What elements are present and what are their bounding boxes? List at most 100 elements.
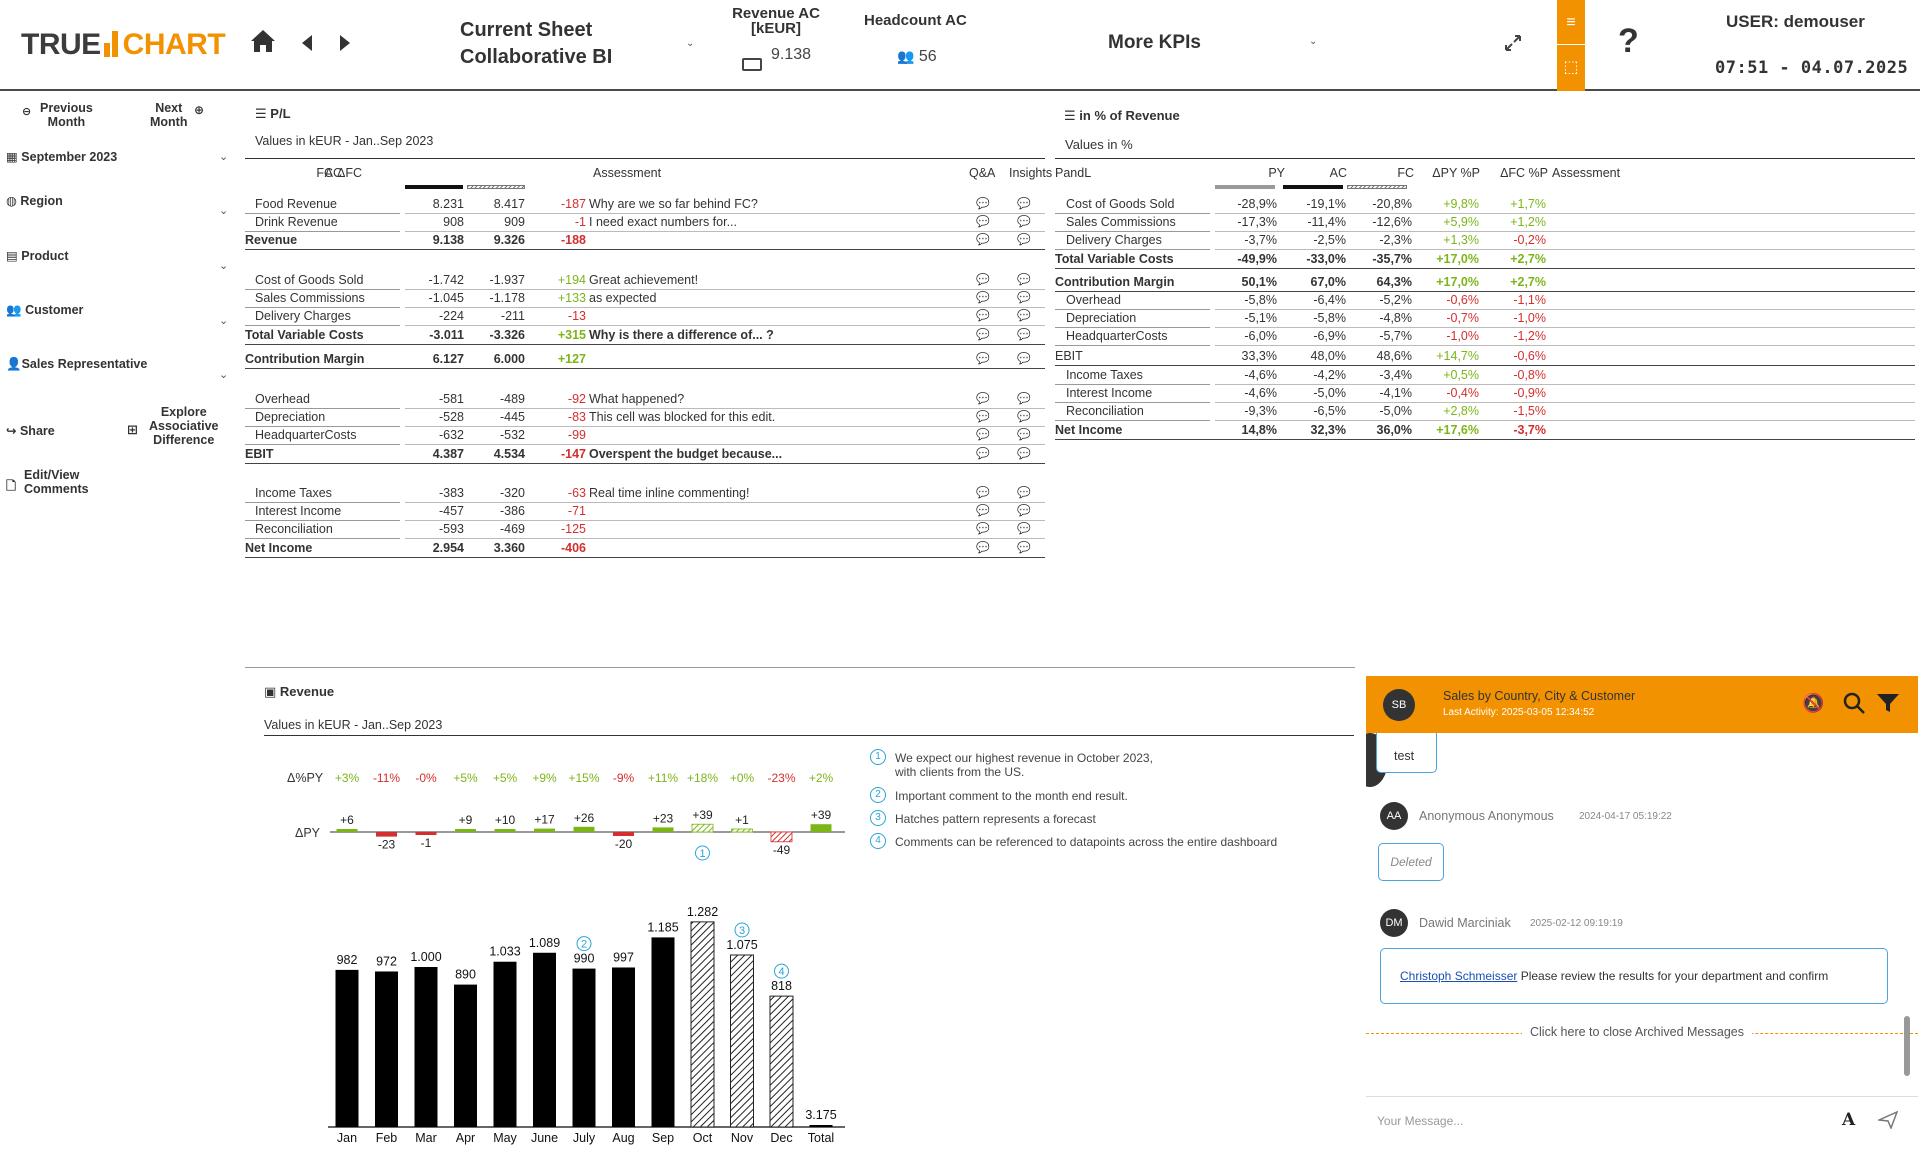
selection-icon[interactable]: ⬚ xyxy=(1557,45,1585,90)
qa-comment-icon[interactable]: 💬 xyxy=(976,445,990,463)
pct-subtitle: Values in % xyxy=(1065,137,1133,152)
qa-comment-icon[interactable]: 💬 xyxy=(976,390,990,408)
customer-chevron-icon[interactable]: ⌄ xyxy=(219,314,228,327)
customers-icon: 👥 xyxy=(6,303,22,317)
month-tick-label: May xyxy=(493,1131,517,1145)
pct-row: Total Variable Costs -49,9% -33,0% -35,7% +1… xyxy=(1055,250,1915,268)
pl-assessment[interactable]: Real time inline commenting! xyxy=(589,484,984,502)
product-filter[interactable]: ▤ Product xyxy=(6,248,69,263)
pl-row: Sales Commissions -1.045 -1.178 +133 as expe… xyxy=(245,289,1045,307)
close-archived-link[interactable]: Click here to close Archived Messages xyxy=(1522,1025,1752,1039)
send-icon[interactable] xyxy=(1876,1110,1899,1134)
chat-scrollbar[interactable] xyxy=(1904,1016,1910,1076)
chat-header: SB Sales by Country, City & Customer Las… xyxy=(1366,676,1918,733)
pl-assessment[interactable]: Why are we so far behind FC? xyxy=(589,195,984,213)
note-text-line1: Hatches pattern represents a forecast xyxy=(895,812,1096,826)
qa-comment-icon[interactable]: 💬 xyxy=(976,195,990,213)
sales-rep-chevron-icon[interactable]: ⌄ xyxy=(219,368,228,381)
qa-comment-icon[interactable]: 💬 xyxy=(976,213,990,231)
insights-comment-icon[interactable]: 💬 xyxy=(1017,408,1031,426)
insights-comment-icon[interactable]: 💬 xyxy=(1017,350,1031,368)
pct-dfc-value: +1,7% xyxy=(1510,197,1546,211)
help-icon[interactable]: ? xyxy=(1618,22,1639,61)
insights-comment-icon[interactable]: 💬 xyxy=(1017,213,1031,231)
kpi-headcount[interactable]: Headcount AC 👥 56 xyxy=(864,12,967,66)
month-tick-label: Oct xyxy=(693,1131,713,1145)
mute-bell-icon[interactable]: 🔕 xyxy=(1802,693,1824,714)
revenue-value-label: 1.185 xyxy=(647,920,678,934)
sheet-selector[interactable]: Current Sheet Collaborative BI xyxy=(460,17,612,71)
qa-comment-icon[interactable]: 💬 xyxy=(976,502,990,520)
qa-comment-icon[interactable]: 💬 xyxy=(976,289,990,307)
insights-comment-icon[interactable]: 💬 xyxy=(1017,195,1031,213)
month-filter[interactable]: ▦ September 2023 xyxy=(6,149,117,164)
insights-comment-icon[interactable]: 💬 xyxy=(1017,271,1031,289)
edit-comments-button[interactable]: 🗋 Edit/View Comments xyxy=(6,468,89,496)
side-menu-toggle[interactable]: ≡ ⬚ xyxy=(1557,0,1585,91)
hamburger-icon[interactable]: ≡ xyxy=(1557,0,1585,45)
explore-line3: Difference xyxy=(153,433,215,447)
pl-assessment[interactable]: What happened? xyxy=(589,390,984,408)
chat-input[interactable]: Your Message... xyxy=(1377,1103,1817,1139)
share-button[interactable]: ↪ Share xyxy=(6,423,55,438)
search-icon[interactable] xyxy=(1842,691,1866,720)
fullscreen-icon[interactable] xyxy=(1504,34,1522,57)
pl-column-header: ΔFC xyxy=(336,166,362,180)
insights-comment-icon[interactable]: 💬 xyxy=(1017,307,1031,325)
customer-filter[interactable]: 👥 Customer xyxy=(6,303,83,318)
qa-comment-icon[interactable]: 💬 xyxy=(976,271,990,289)
forward-arrow-icon[interactable] xyxy=(338,32,352,60)
insights-comment-icon[interactable]: 💬 xyxy=(1017,539,1031,557)
month-chevron-icon[interactable]: ⌄ xyxy=(219,150,228,163)
qa-comment-icon[interactable]: 💬 xyxy=(976,350,990,368)
region-filter[interactable]: ◍ Region xyxy=(6,193,63,208)
insights-comment-icon[interactable]: 💬 xyxy=(1017,502,1031,520)
mention-link[interactable]: Christoph Schmeisser xyxy=(1400,969,1517,983)
kpi-revenue[interactable]: Revenue AC [kEUR] 9.138 xyxy=(715,5,837,71)
product-chevron-icon[interactable]: ⌄ xyxy=(219,259,228,272)
revenue-divider xyxy=(245,667,1355,668)
revenue-header-divider xyxy=(264,735,1354,736)
filter-icon[interactable] xyxy=(1876,693,1900,718)
pl-dfc-value: -13 xyxy=(567,309,586,323)
chat-message-review-text: Please review the results for your depar… xyxy=(1517,969,1829,983)
pl-assessment[interactable]: I need exact numbers for... xyxy=(589,213,984,231)
qa-comment-icon[interactable]: 💬 xyxy=(976,484,990,502)
pl-assessment[interactable]: Great achievement! xyxy=(589,271,984,289)
more-kpis-chevron-icon[interactable]: ⌄ xyxy=(1309,36,1317,47)
qa-comment-icon[interactable]: 💬 xyxy=(976,520,990,538)
more-kpis-dropdown[interactable]: More KPIs xyxy=(1108,32,1201,54)
pl-assessment[interactable]: Overspent the budget because... xyxy=(589,445,984,463)
qa-comment-icon[interactable]: 💬 xyxy=(976,539,990,557)
pl-assessment[interactable]: as expected xyxy=(589,289,984,307)
next-month-button[interactable]: Next Month ⊕ xyxy=(150,101,204,129)
home-icon[interactable] xyxy=(249,28,277,61)
back-arrow-icon[interactable] xyxy=(300,32,314,60)
insights-comment-icon[interactable]: 💬 xyxy=(1017,390,1031,408)
qa-comment-icon[interactable]: 💬 xyxy=(976,326,990,344)
insights-comment-icon[interactable]: 💬 xyxy=(1017,289,1031,307)
kpi-revenue-value-wrap: 9.138 xyxy=(742,46,837,71)
qa-comment-icon[interactable]: 💬 xyxy=(976,307,990,325)
qa-comment-icon[interactable]: 💬 xyxy=(976,426,990,444)
previous-month-button[interactable]: ⊖ Previous Month xyxy=(22,101,93,129)
qa-comment-icon[interactable]: 💬 xyxy=(976,231,990,249)
sales-rep-filter[interactable]: 👤Sales Representative xyxy=(6,357,147,372)
insights-comment-icon[interactable]: 💬 xyxy=(1017,520,1031,538)
revenue-value-label: 1.033 xyxy=(489,945,520,959)
list-icon: ☰ xyxy=(255,106,267,121)
insights-comment-icon[interactable]: 💬 xyxy=(1017,326,1031,344)
pl-dfc-value: -63 xyxy=(567,486,586,500)
insights-comment-icon[interactable]: 💬 xyxy=(1017,484,1031,502)
insights-comment-icon[interactable]: 💬 xyxy=(1017,445,1031,463)
region-chevron-icon[interactable]: ⌄ xyxy=(219,204,228,217)
pl-assessment[interactable]: This cell was blocked for this edit. xyxy=(589,408,984,426)
insights-comment-icon[interactable]: 💬 xyxy=(1017,231,1031,249)
explore-difference-button[interactable]: ⊞ Explore Associative Difference xyxy=(127,405,218,447)
sheet-dropdown-chevron-icon[interactable]: ⌄ xyxy=(686,38,694,49)
qa-comment-icon[interactable]: 💬 xyxy=(976,408,990,426)
insights-comment-icon[interactable]: 💬 xyxy=(1017,426,1031,444)
pl-assessment[interactable]: Why is there a difference of... ? xyxy=(589,326,984,344)
text-format-icon[interactable]: A xyxy=(1842,1110,1855,1130)
note-number-icon: 4 xyxy=(870,833,886,849)
